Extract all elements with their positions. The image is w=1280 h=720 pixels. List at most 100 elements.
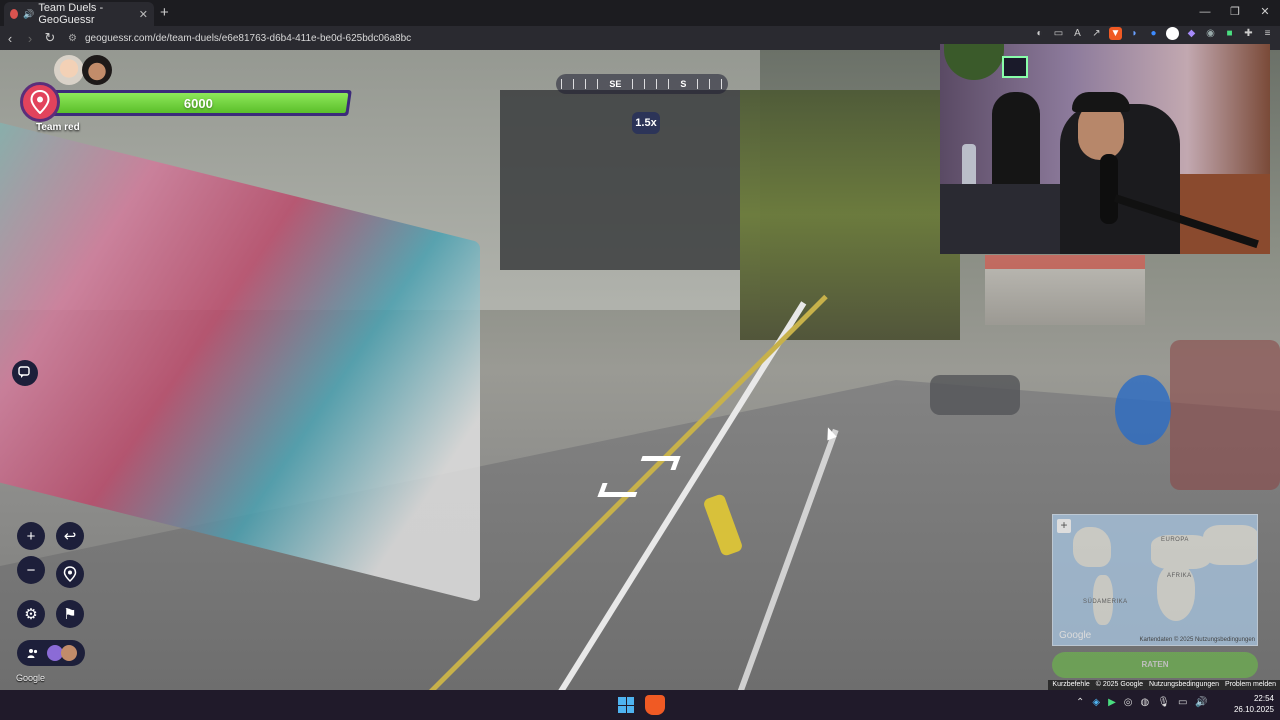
vpn-icon[interactable]: ● <box>1147 27 1160 40</box>
tab-title: Team Duels - GeoGuessr <box>38 2 104 26</box>
audio-playing-icon[interactable]: 🔊 <box>23 9 34 20</box>
share-icon[interactable]: ↗ <box>1090 27 1103 40</box>
menu-icon[interactable]: ≡ <box>1261 27 1274 40</box>
move-arrow-icon[interactable] <box>637 456 681 470</box>
clock-time: 22:54 <box>1253 694 1274 703</box>
wallet-icon[interactable]: ◉ <box>1204 27 1217 40</box>
leo-icon[interactable]: ◆ <box>1185 27 1198 40</box>
url-text: geoguessr.com/de/team-duels/e6e81763-d6b… <box>84 32 412 44</box>
forward-button[interactable]: › <box>20 31 40 46</box>
scene-car <box>930 375 1020 415</box>
location-pin-icon <box>30 90 50 114</box>
close-window-button[interactable]: ✕ <box>1250 0 1280 26</box>
team-icon <box>27 649 38 658</box>
zoom-level-badge: 1.5x <box>632 112 660 134</box>
chat-button[interactable] <box>12 360 38 386</box>
screen-icon[interactable]: ▭ <box>1178 697 1187 708</box>
compass-tick <box>585 79 587 89</box>
minimize-button[interactable]: — <box>1190 0 1220 26</box>
extensions-toolbar: ◐ ▭ A ↗ ▼ ◗ ● ◆ ◉ ■ ✚ ≡ <box>1033 27 1274 40</box>
site-info-icon[interactable]: ⚙ <box>68 33 77 44</box>
network-icon[interactable]: ◈ <box>1092 697 1100 708</box>
scene-gas-station-roof <box>985 255 1145 269</box>
scene-trees <box>740 90 960 340</box>
cam-headphones <box>1072 92 1130 112</box>
settings-button[interactable]: ⚙ <box>17 600 45 628</box>
audio-icon[interactable]: ◗ <box>1128 27 1141 40</box>
map-label: AFRIKA <box>1167 573 1192 579</box>
health-value: 6000 <box>183 95 213 111</box>
puzzle-icon[interactable]: ✚ <box>1242 27 1255 40</box>
cam-microphone <box>1100 154 1118 224</box>
tab-close-icon[interactable]: ✕ <box>139 8 148 21</box>
flag-button[interactable]: ⚑ <box>56 600 84 628</box>
brave-shield-icon[interactable]: ▼ <box>1109 27 1122 40</box>
profile-avatar-icon[interactable] <box>1166 27 1179 40</box>
shortcuts-link[interactable]: Kurzbefehle <box>1052 680 1089 690</box>
taskbar-clock[interactable]: 22:54 26.10.2025 <box>1234 693 1274 715</box>
map-footer: Kartendaten © 2025 Nutzungsbedingungen <box>1139 637 1255 643</box>
guess-button[interactable]: RATEN <box>1052 652 1258 678</box>
zoom-in-button[interactable]: + <box>17 522 45 550</box>
cast-icon[interactable]: ▭ <box>1052 27 1065 40</box>
teammate-avatar <box>61 645 77 661</box>
discord-icon[interactable]: ◎ <box>1124 697 1133 708</box>
team-avatars <box>54 55 112 85</box>
maximize-button[interactable]: ❐ <box>1220 0 1250 26</box>
compass-tick <box>561 79 563 89</box>
team-name: Team red <box>36 122 80 133</box>
new-tab-button[interactable]: + <box>160 4 169 21</box>
geoguessr-favicon-icon <box>10 9 19 19</box>
mic-icon[interactable]: 🎙 <box>1157 697 1170 708</box>
map-google-logo: Google <box>1059 630 1092 641</box>
map-zoom-in-button[interactable]: + <box>1057 519 1071 533</box>
play-icon[interactable]: ▶ <box>1108 697 1116 708</box>
team-chat-chip[interactable] <box>17 640 85 666</box>
terms-link[interactable]: Nutzungsbedingungen <box>1149 680 1219 690</box>
volume-icon[interactable]: 🔊 <box>1195 697 1207 708</box>
tab-team-duels[interactable]: 🔊 Team Duels - GeoGuessr ✕ <box>4 2 154 26</box>
compass-tick <box>668 79 670 89</box>
return-to-start-button[interactable] <box>56 560 84 588</box>
location-pin-icon <box>63 566 77 582</box>
browser-tab-bar: 🔊 Team Duels - GeoGuessr ✕ + — ❐ ✕ <box>0 0 1280 26</box>
scene-road-sign <box>1115 375 1171 445</box>
scene-garage <box>500 90 740 270</box>
google-watermark: Google <box>16 673 46 683</box>
move-arrow-icon[interactable] <box>597 483 641 497</box>
map-attribution: Kurzbefehle © 2025 Google Nutzungsbeding… <box>1048 680 1280 690</box>
extension-icon[interactable]: ◐ <box>1033 27 1046 40</box>
compass-tick <box>644 79 646 89</box>
guess-minimap[interactable]: AFRIKA SÜDAMERIKA EUROPA + Google Karten… <box>1052 514 1258 646</box>
chrome-icon[interactable]: ◍ <box>1141 697 1150 708</box>
compass-direction: SE <box>609 79 622 89</box>
url-field[interactable]: ⚙ geoguessr.com/de/team-duels/e6e81763-d6… <box>68 33 411 44</box>
reload-button[interactable]: ↻ <box>40 30 60 46</box>
map-label: SÜDAMERIKA <box>1083 599 1128 605</box>
chat-icon <box>18 366 30 378</box>
extension-green-icon[interactable]: ■ <box>1223 27 1236 40</box>
player-avatar <box>54 55 84 85</box>
map-landmass <box>1203 525 1257 565</box>
player-avatar <box>82 55 112 85</box>
copyright-text: © 2025 Google <box>1095 681 1143 688</box>
map-label: EUROPA <box>1161 537 1189 543</box>
windows-start-icon[interactable] <box>618 697 634 713</box>
system-tray: ⌃ ◈ ▶ ◎ ◍ 🎙 ▭ 🔊 <box>1076 697 1208 708</box>
translate-icon[interactable]: A <box>1071 27 1084 40</box>
compass-tick <box>697 79 699 89</box>
map-landmass <box>1073 527 1111 567</box>
health-bar-fill: 6000 <box>47 93 349 113</box>
cam-plant <box>944 44 1004 80</box>
back-button[interactable]: ‹ <box>0 31 20 46</box>
compass-tick <box>656 79 658 89</box>
undo-move-button[interactable]: ↩ <box>56 522 84 550</box>
report-problem-link[interactable]: Problem melden <box>1225 680 1276 690</box>
clock-date: 26.10.2025 <box>1233 705 1274 714</box>
compass-direction: S <box>680 79 687 89</box>
brave-browser-taskbar-icon[interactable] <box>645 695 665 715</box>
compass-tick <box>709 79 711 89</box>
compass: SE S <box>556 74 728 94</box>
zoom-out-button[interactable]: − <box>17 556 45 584</box>
chevron-up-icon[interactable]: ⌃ <box>1076 697 1084 708</box>
